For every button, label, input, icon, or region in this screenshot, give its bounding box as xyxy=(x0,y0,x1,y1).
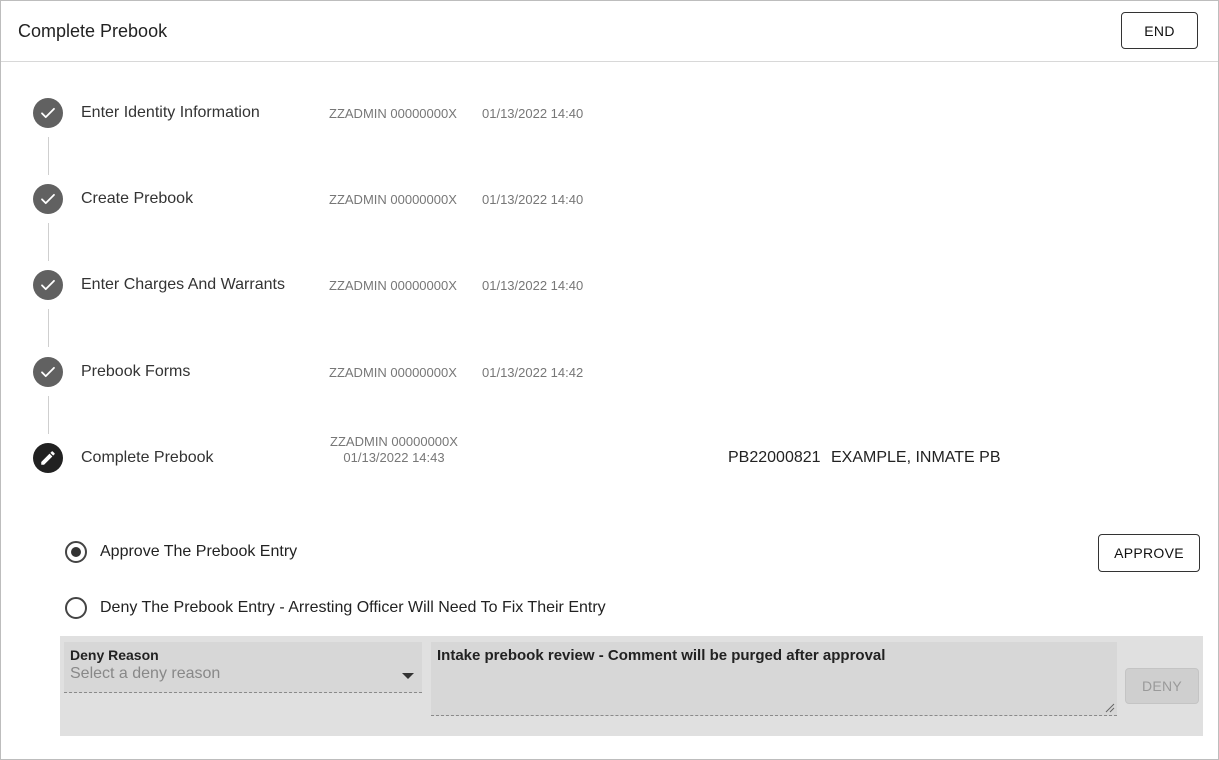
check-icon xyxy=(33,98,63,128)
step-connector xyxy=(48,223,49,261)
complete-prebook-panel: Complete Prebook END Enter Identity Info… xyxy=(0,0,1219,760)
step-user: ZZADMIN 00000000X xyxy=(329,192,457,207)
deny-option-label: Deny The Prebook Entry - Arresting Offic… xyxy=(100,599,606,616)
step-time: 01/13/2022 14:40 xyxy=(482,192,584,207)
step-connector xyxy=(48,309,49,347)
step-name: Enter Charges And Warrants xyxy=(81,276,285,293)
step-time: 01/13/2022 14:40 xyxy=(482,278,584,293)
deny-radio[interactable] xyxy=(65,597,87,619)
deny-comment-text: Intake prebook review - Comment will be … xyxy=(437,647,886,664)
step-connector xyxy=(48,137,49,175)
step-complete-prebook[interactable]: Complete Prebook ZZADMIN 00000000X 01/13… xyxy=(1,434,1218,474)
step-connector xyxy=(48,396,49,434)
step-enter-identity[interactable]: Enter Identity Information ZZADMIN 00000… xyxy=(1,97,1218,129)
step-user: ZZADMIN 00000000X xyxy=(329,278,457,293)
deny-reason-select[interactable]: Deny Reason Select a deny reason xyxy=(64,642,422,693)
caret-down-icon[interactable] xyxy=(402,673,414,679)
deny-button[interactable]: DENY xyxy=(1125,668,1199,704)
step-time: 01/13/2022 14:40 xyxy=(482,106,584,121)
deny-comment-field[interactable]: Intake prebook review - Comment will be … xyxy=(431,642,1117,716)
step-meta: ZZADMIN 00000000X 01/13/2022 14:43 xyxy=(329,434,459,466)
step-prebook-forms[interactable]: Prebook Forms ZZADMIN 00000000X 01/13/20… xyxy=(1,356,1218,388)
step-name: Complete Prebook xyxy=(81,449,214,466)
deny-reason-placeholder: Select a deny reason xyxy=(70,665,221,682)
step-user: ZZADMIN 00000000X xyxy=(329,106,457,121)
booking-info: PB22000821 EXAMPLE, INMATE PB xyxy=(728,449,1001,467)
approve-button[interactable]: APPROVE xyxy=(1098,534,1200,572)
step-create-prebook[interactable]: Create Prebook ZZADMIN 00000000X 01/13/2… xyxy=(1,183,1218,215)
deny-panel: Deny Reason Select a deny reason Intake … xyxy=(60,636,1203,736)
resize-handle-icon[interactable] xyxy=(1105,703,1115,713)
check-icon xyxy=(33,270,63,300)
step-time: 01/13/2022 14:43 xyxy=(343,450,445,465)
header: Complete Prebook END xyxy=(1,1,1218,62)
inmate-name: EXAMPLE, INMATE PB xyxy=(830,449,1001,466)
step-user: ZZADMIN 00000000X xyxy=(330,434,458,449)
approve-option-label: Approve The Prebook Entry xyxy=(100,543,298,560)
step-name: Create Prebook xyxy=(81,190,194,207)
approve-radio[interactable] xyxy=(65,541,87,563)
step-enter-charges[interactable]: Enter Charges And Warrants ZZADMIN 00000… xyxy=(1,269,1218,301)
booking-number: PB22000821 xyxy=(728,449,821,466)
pencil-icon xyxy=(33,443,63,473)
check-icon xyxy=(33,184,63,214)
step-time: 01/13/2022 14:42 xyxy=(482,365,584,380)
check-icon xyxy=(33,357,63,387)
end-button[interactable]: END xyxy=(1121,12,1198,49)
deny-reason-label: Deny Reason xyxy=(70,647,159,663)
step-name: Enter Identity Information xyxy=(81,104,260,121)
step-user: ZZADMIN 00000000X xyxy=(329,365,457,380)
step-name: Prebook Forms xyxy=(81,363,191,380)
page-title: Complete Prebook xyxy=(18,21,168,41)
